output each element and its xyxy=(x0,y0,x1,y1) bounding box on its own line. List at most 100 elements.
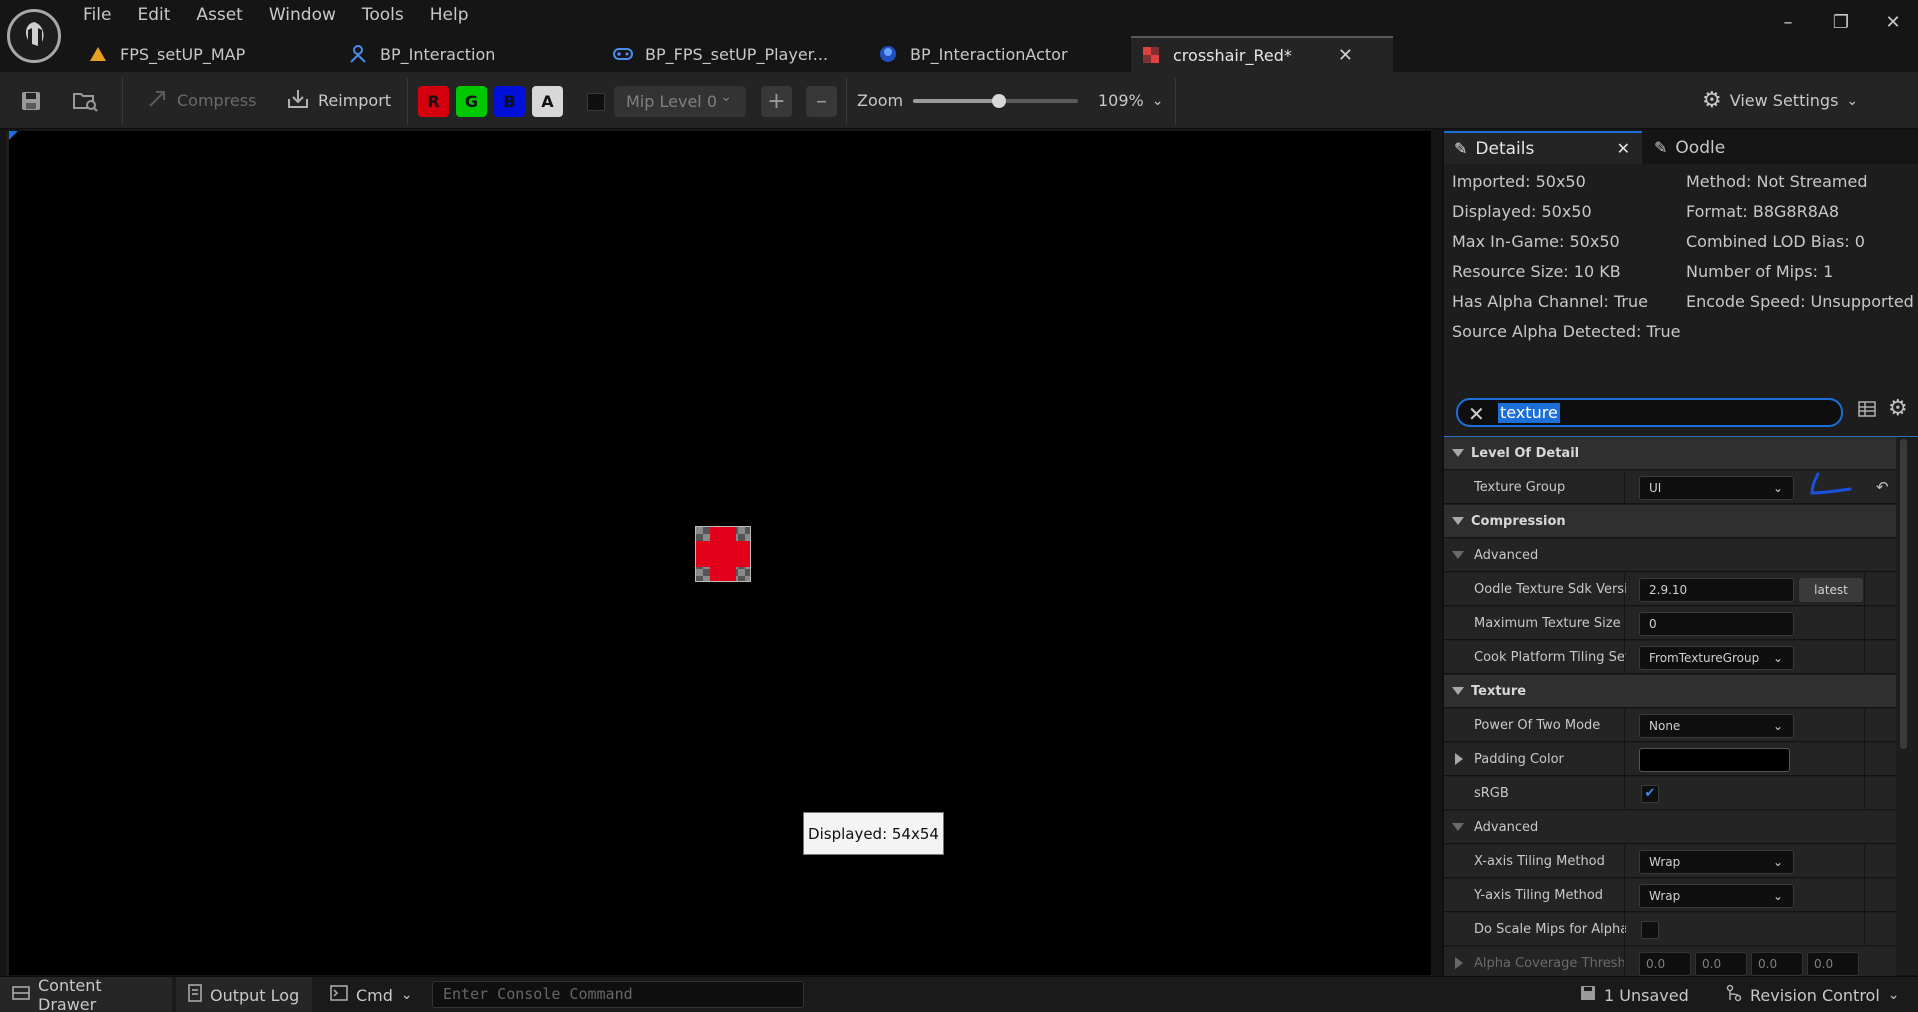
info-lod-bias: Combined LOD Bias: 0 xyxy=(1686,232,1865,251)
mip-decrease-button[interactable]: – xyxy=(806,86,837,117)
gear-icon[interactable]: ⚙ xyxy=(1888,396,1908,421)
close-tab-icon[interactable]: ✕ xyxy=(1617,139,1630,158)
reimport-button[interactable]: Reimport xyxy=(286,72,391,129)
x-tiling-dropdown[interactable]: Wrap ⌄ xyxy=(1639,850,1794,874)
column-divider xyxy=(1624,879,1625,912)
tab-bp-interaction[interactable]: BP_Interaction xyxy=(338,36,603,72)
category-level-of-detail[interactable]: Level Of Detail xyxy=(1444,437,1896,470)
tab-bp-fps-player[interactable]: BP_FPS_setUP_Player... xyxy=(603,36,868,72)
content-drawer-button[interactable]: Content Drawer xyxy=(0,976,172,1012)
alpha-coverage-w[interactable]: 0.0 xyxy=(1807,952,1859,976)
tab-details-label: Details xyxy=(1475,138,1535,159)
oodle-sdk-version-field[interactable]: 2.9.10 xyxy=(1639,578,1794,602)
close-window-icon[interactable]: ✕ xyxy=(1873,8,1913,36)
status-bar: Content Drawer Output Log Cmd ⌄ Enter Co… xyxy=(0,976,1918,1012)
menu-edit[interactable]: Edit xyxy=(124,3,183,27)
tab-oodle[interactable]: ✎ Oodle xyxy=(1650,131,1770,164)
tab-bp-interaction-actor[interactable]: BP_InteractionActor xyxy=(868,36,1131,72)
level-icon xyxy=(88,44,108,64)
max-texture-size-field[interactable]: 0 xyxy=(1639,612,1794,636)
property-label: Oodle Texture Sdk Versi... xyxy=(1474,582,1626,597)
details-search-input[interactable]: ✕ texture xyxy=(1456,398,1843,427)
padding-color-swatch[interactable] xyxy=(1639,748,1790,772)
column-divider xyxy=(1864,879,1865,912)
zoom-value-dropdown[interactable]: 109% ⌄ xyxy=(1098,72,1163,129)
category-texture[interactable]: Texture xyxy=(1444,675,1896,708)
details-panel: ✎ Details ✕ ✎ Oodle Imported: 50x50 Disp… xyxy=(1442,131,1918,976)
srgb-checkbox[interactable]: ✔ xyxy=(1641,785,1659,803)
revision-control-button[interactable]: Revision Control ⌄ xyxy=(1726,977,1900,1012)
channel-r-toggle[interactable]: R xyxy=(418,86,449,117)
browse-asset-icon[interactable] xyxy=(73,72,99,129)
reset-to-default-icon[interactable]: ↶ xyxy=(1876,478,1889,496)
menu-file[interactable]: File xyxy=(70,3,124,27)
panel-tabs: ✎ Details ✕ ✎ Oodle xyxy=(1444,131,1918,164)
info-resource-size: Resource Size: 10 KB xyxy=(1452,262,1621,281)
expand-arrow-icon[interactable] xyxy=(1455,753,1463,765)
texture-group-dropdown[interactable]: UI ⌄ xyxy=(1639,476,1794,500)
property-label: Advanced xyxy=(1474,820,1539,835)
menu-help[interactable]: Help xyxy=(417,3,482,27)
table-view-icon[interactable] xyxy=(1858,400,1876,422)
chevron-down-icon: ⌄ xyxy=(400,987,413,1003)
texture-viewport[interactable]: Displayed: 54x54 xyxy=(6,131,1431,975)
category-compression[interactable]: Compression xyxy=(1444,505,1896,538)
zoom-slider[interactable] xyxy=(913,94,1078,108)
cmd-dropdown[interactable]: Cmd ⌄ xyxy=(330,977,413,1012)
close-tab-icon[interactable]: ✕ xyxy=(1338,45,1353,66)
output-log-icon xyxy=(188,984,202,1006)
latest-button[interactable]: latest xyxy=(1799,578,1863,602)
tab-fps-setup-map[interactable]: FPS_setUP_MAP xyxy=(78,36,338,72)
channel-b-toggle[interactable]: B xyxy=(494,86,525,117)
compress-label: Compress xyxy=(177,91,257,110)
view-settings-button[interactable]: ⚙ View Settings ⌄ xyxy=(1702,72,1858,129)
info-source-alpha: Source Alpha Detected: True xyxy=(1452,322,1681,341)
menu-asset[interactable]: Asset xyxy=(183,3,255,27)
console-command-input[interactable]: Enter Console Command xyxy=(432,981,804,1008)
tab-oodle-label: Oodle xyxy=(1675,137,1726,158)
unsaved-button[interactable]: 1 Unsaved xyxy=(1580,977,1689,1012)
minimize-icon[interactable]: – xyxy=(1768,8,1808,36)
gear-icon: ⚙ xyxy=(1702,88,1722,113)
zoom-slider-handle[interactable] xyxy=(991,94,1006,108)
clear-search-icon[interactable]: ✕ xyxy=(1468,402,1485,426)
tab-details[interactable]: ✎ Details ✕ xyxy=(1444,131,1642,164)
power-of-two-dropdown[interactable]: None ⌄ xyxy=(1639,714,1794,738)
column-divider xyxy=(1624,709,1625,742)
mip-level-label: Mip Level 0 xyxy=(626,92,717,111)
expand-arrow-icon[interactable] xyxy=(1455,957,1463,969)
channel-g-toggle[interactable]: G xyxy=(456,86,487,117)
content-drawer-label: Content Drawer xyxy=(38,976,102,1012)
channel-a-toggle[interactable]: A xyxy=(532,86,563,117)
save-icon[interactable] xyxy=(20,72,42,129)
chevron-down-icon: ⌄ xyxy=(1772,651,1783,665)
output-log-button[interactable]: Output Log xyxy=(176,977,312,1012)
toolbar-separator xyxy=(407,78,408,124)
category-label: Compression xyxy=(1471,514,1566,529)
menu-window[interactable]: Window xyxy=(256,3,349,27)
compress-button[interactable]: Compress xyxy=(147,72,256,129)
column-divider xyxy=(1864,573,1865,606)
row-advanced-compression[interactable]: Advanced xyxy=(1444,539,1896,572)
alpha-coverage-z[interactable]: 0.0 xyxy=(1751,952,1803,976)
info-format: Format: B8G8R8A8 xyxy=(1686,202,1840,221)
cook-tiling-dropdown[interactable]: FromTextureGroup ⌄ xyxy=(1639,646,1794,670)
alpha-coverage-y[interactable]: 0.0 xyxy=(1695,952,1747,976)
scale-mips-checkbox[interactable] xyxy=(1641,921,1659,939)
property-label: sRGB xyxy=(1474,786,1509,801)
row-advanced-texture[interactable]: Advanced xyxy=(1444,811,1896,844)
restore-icon[interactable]: ❐ xyxy=(1821,8,1861,36)
y-tiling-dropdown[interactable]: Wrap ⌄ xyxy=(1639,884,1794,908)
alpha-coverage-x[interactable]: 0.0 xyxy=(1639,952,1691,976)
menu-tools[interactable]: Tools xyxy=(349,3,417,27)
row-power-of-two: Power Of Two Mode None ⌄ xyxy=(1444,709,1896,742)
unreal-logo-icon[interactable] xyxy=(7,9,61,63)
property-list-scrollbar[interactable] xyxy=(1900,439,1907,749)
row-srgb: sRGB ✔ xyxy=(1444,777,1896,810)
tab-crosshair-red[interactable]: crosshair_Red* ✕ xyxy=(1131,36,1393,72)
mip-level-dropdown[interactable]: Mip Level 0 ⌄ xyxy=(614,86,746,117)
column-divider xyxy=(1864,777,1865,810)
mip-increase-button[interactable]: + xyxy=(761,86,792,117)
mip-checkbox[interactable] xyxy=(587,93,605,111)
row-x-tiling: X-axis Tiling Method Wrap ⌄ xyxy=(1444,845,1896,878)
